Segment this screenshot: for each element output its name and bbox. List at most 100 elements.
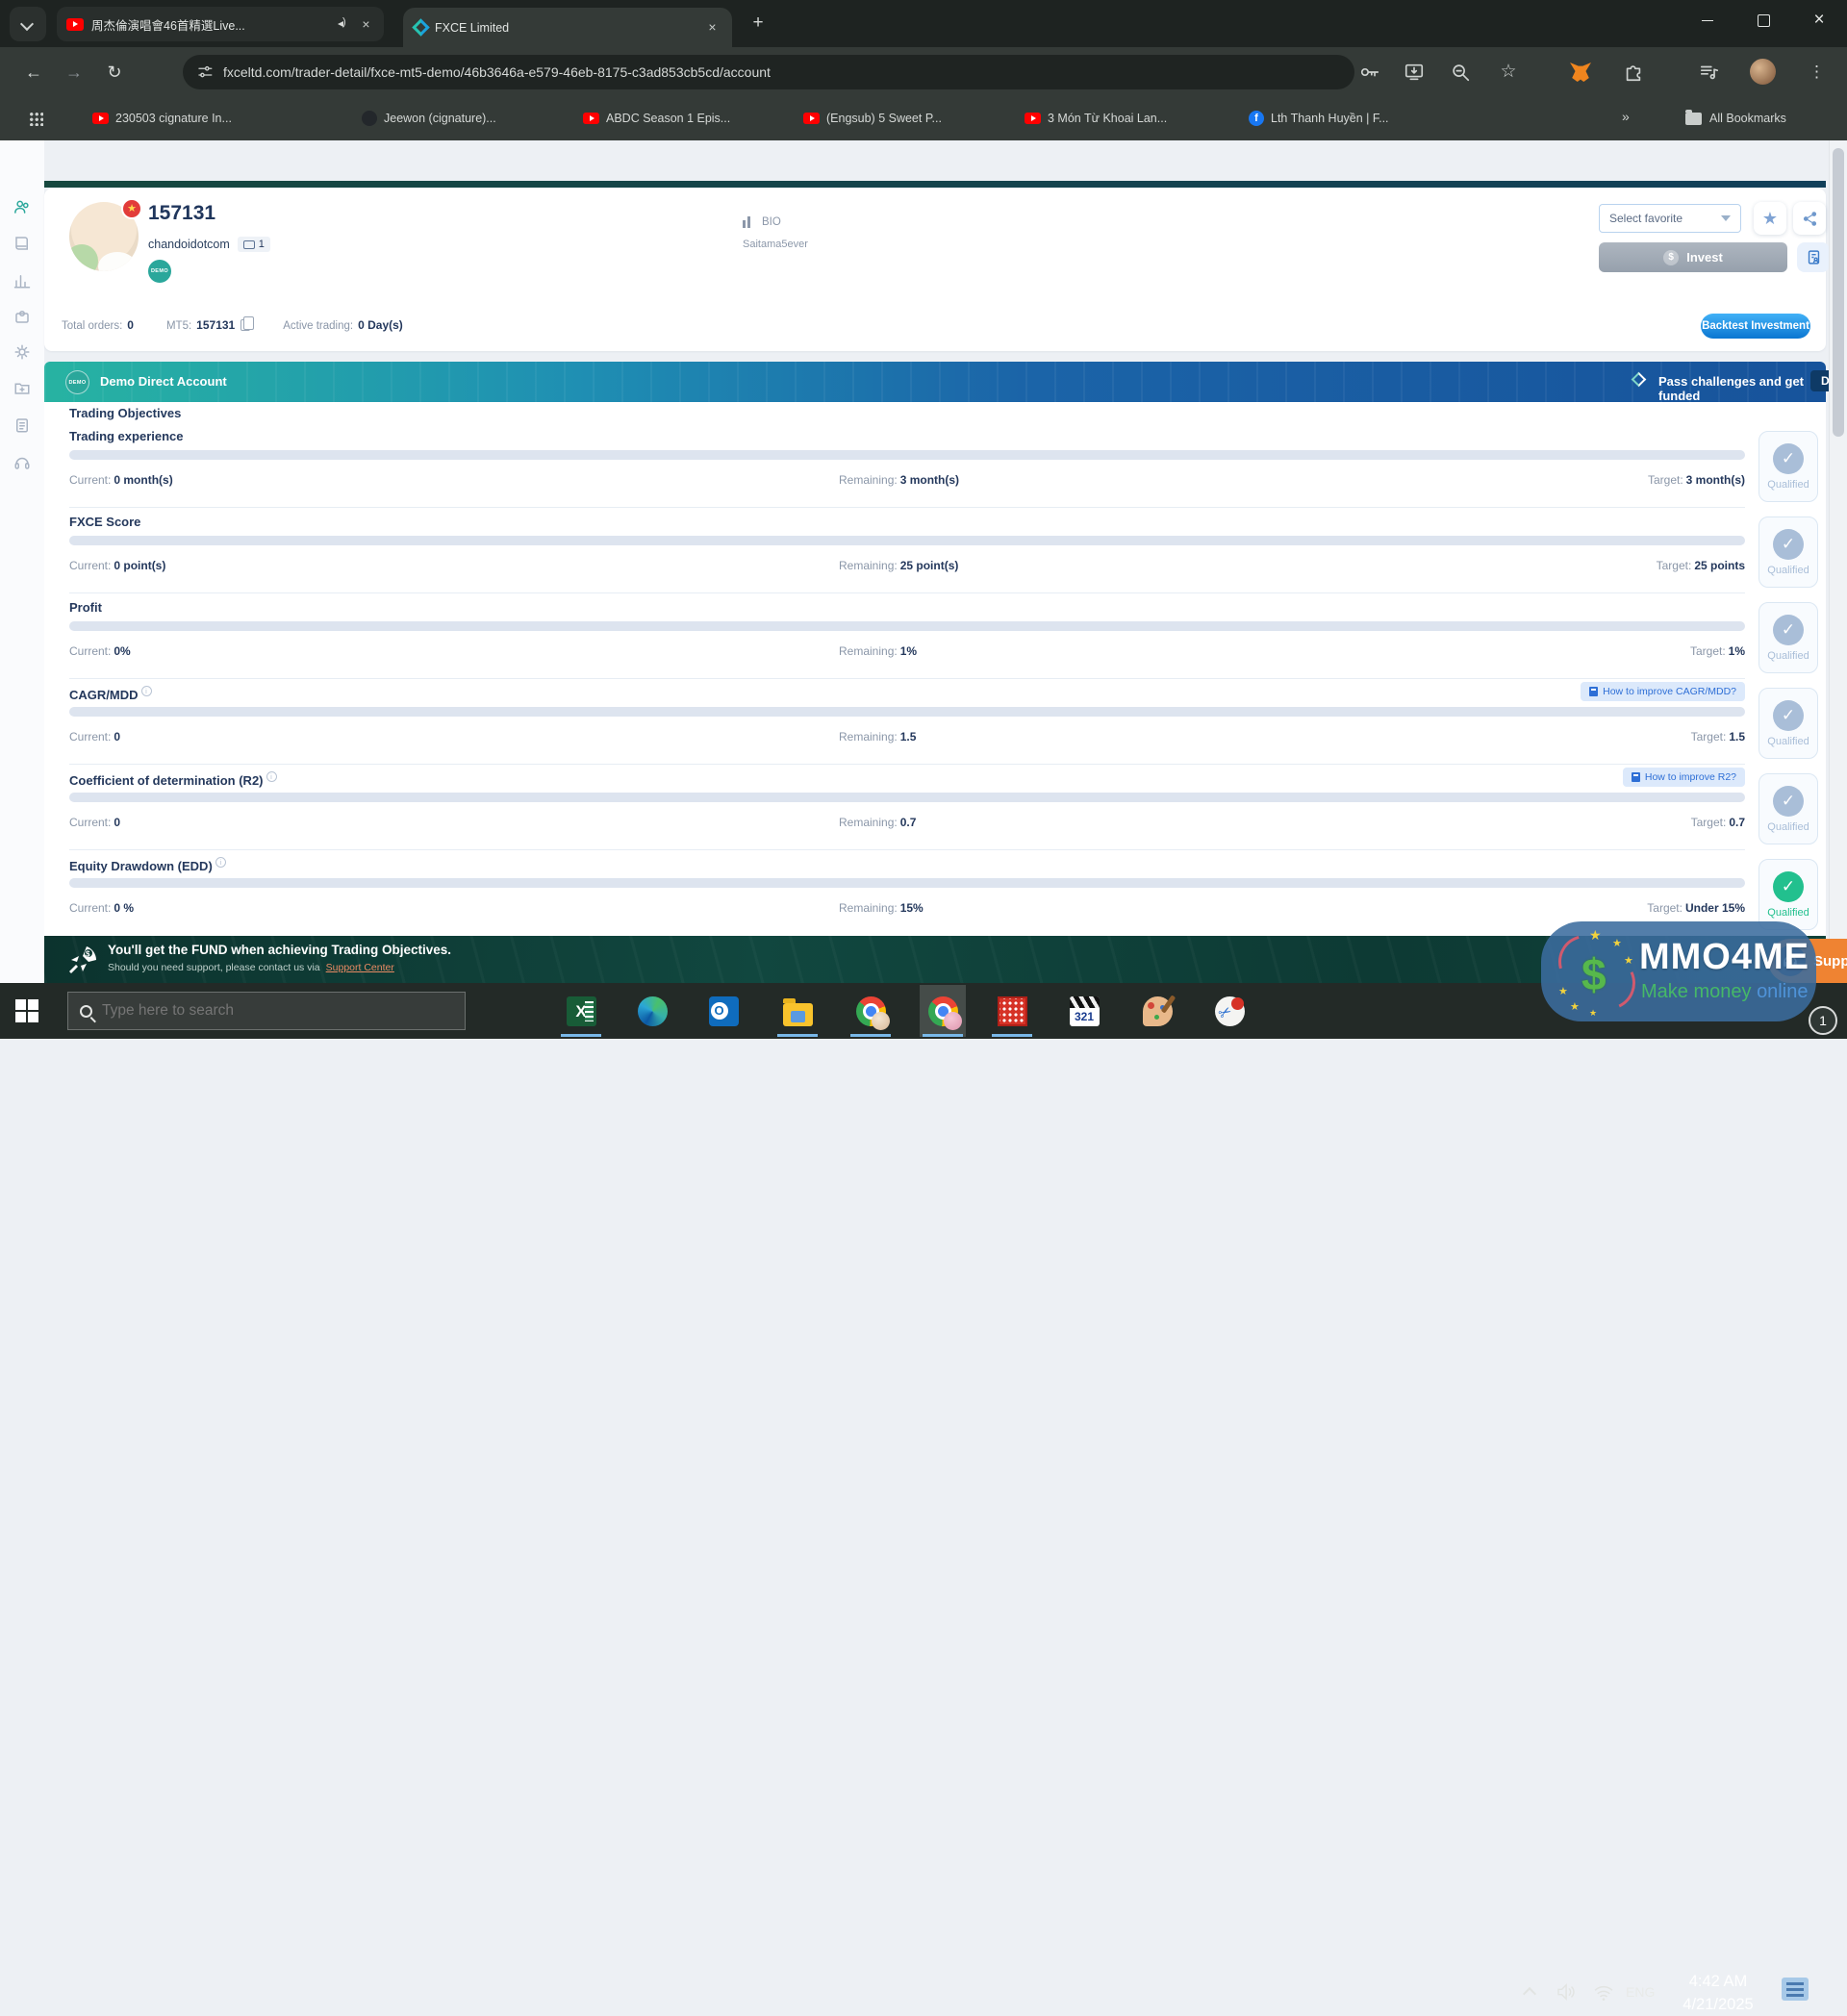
help-link-cagr[interactable]: How to improve CAGR/MDD? xyxy=(1581,682,1745,701)
taskbar-search-box[interactable] xyxy=(67,992,466,1030)
taskbar-outlook[interactable] xyxy=(700,985,746,1037)
taskbar-chrome-profile1[interactable] xyxy=(848,985,894,1037)
sidebar-chart-icon[interactable] xyxy=(13,272,31,290)
scrollbar-thumb[interactable] xyxy=(1833,148,1844,437)
qualified-badge: Qualified xyxy=(1758,773,1818,844)
book-icon xyxy=(1632,772,1640,782)
sidebar-news-icon[interactable] xyxy=(13,416,31,434)
bookmark-item[interactable]: Lth Thanh Huyền | F... xyxy=(1249,105,1389,132)
account-count-badge[interactable]: 1 xyxy=(238,237,270,252)
help-link-r2[interactable]: How to improve R2? xyxy=(1623,768,1745,787)
qualified-badge: Qualified xyxy=(1758,602,1818,673)
password-key-icon[interactable] xyxy=(1359,62,1380,83)
objective-r2: Coefficient of determination (R2) How to… xyxy=(69,766,1818,850)
info-icon[interactable] xyxy=(215,857,226,868)
tray-network-icon[interactable] xyxy=(1593,1985,1614,2001)
search-input[interactable] xyxy=(102,1002,453,1020)
trader-profile-card: 157131 chandoidotcom 1 DEMO BIO Saitama5… xyxy=(44,189,1826,351)
bookmark-item[interactable]: Jeewon (cignature)... xyxy=(362,105,496,132)
tab-youtube[interactable]: 周杰倫演唱會46首精選Live... xyxy=(57,7,384,41)
metamask-icon[interactable] xyxy=(1570,63,1591,82)
progress-bar xyxy=(69,878,1745,888)
youtube-favicon xyxy=(92,113,109,124)
taskbar-media-player-classic[interactable] xyxy=(1061,985,1107,1037)
fxce-favicon xyxy=(412,18,429,36)
browser-menu-icon[interactable] xyxy=(1809,59,1825,85)
sidebar-widgets-icon[interactable] xyxy=(13,308,31,325)
bookmark-item[interactable]: 3 Món Từ Khoai Lan... xyxy=(1025,105,1167,132)
taskbar-file-explorer[interactable] xyxy=(774,985,821,1037)
tray-chevron-up-icon[interactable] xyxy=(1523,1985,1536,1999)
backtest-investment-button[interactable]: Backtest Investment xyxy=(1701,314,1810,339)
bookmarks-overflow-icon[interactable] xyxy=(1622,109,1628,124)
site-info-icon[interactable] xyxy=(196,63,214,81)
bookmark-label: Lth Thanh Huyền | F... xyxy=(1271,112,1389,125)
window-maximize-button[interactable] xyxy=(1735,0,1791,40)
coin-icon xyxy=(1663,250,1679,265)
sidebar-folder-add-icon[interactable] xyxy=(13,379,31,396)
share-button[interactable] xyxy=(1793,202,1826,235)
media-controls-icon[interactable] xyxy=(1699,62,1720,83)
tray-clock[interactable]: 4:42 AM4/21/2025 xyxy=(1664,1970,1772,2016)
install-app-icon[interactable] xyxy=(1404,62,1425,83)
invest-button[interactable]: Invest xyxy=(1599,242,1787,272)
dollar-icon: $ xyxy=(1581,948,1607,1000)
tab-search-menu-button[interactable] xyxy=(10,7,46,41)
rocket-icon: $ xyxy=(65,943,100,977)
taskbar-paint[interactable] xyxy=(1134,985,1180,1037)
search-icon xyxy=(80,1005,92,1018)
sidebar-settings-icon[interactable] xyxy=(13,343,31,361)
tab-close-icon[interactable] xyxy=(358,16,374,33)
page-scrollbar[interactable] xyxy=(1829,140,1847,983)
sidebar-support-icon[interactable] xyxy=(13,454,31,471)
taskbar-snipping-tool[interactable] xyxy=(1206,985,1252,1037)
sidebar-library-icon[interactable] xyxy=(13,235,31,252)
tray-speaker-icon[interactable] xyxy=(1556,1983,1578,2001)
tab-audio-icon[interactable] xyxy=(335,17,350,31)
info-icon[interactable] xyxy=(141,686,152,696)
window-close-button[interactable] xyxy=(1791,0,1847,40)
favorite-star-button[interactable] xyxy=(1754,202,1786,235)
taskbar-edge[interactable] xyxy=(629,985,675,1037)
bookmark-item[interactable]: (Engsub) 5 Sweet P... xyxy=(803,105,942,132)
tray-notification-icon[interactable] xyxy=(1782,1978,1809,2001)
tab-fxce-active[interactable]: FXCE Limited xyxy=(403,8,732,47)
info-icon[interactable] xyxy=(266,771,277,782)
start-button[interactable] xyxy=(15,999,39,1023)
bookmark-label: (Engsub) 5 Sweet P... xyxy=(826,112,942,125)
extensions-icon[interactable] xyxy=(1623,62,1644,83)
book-icon xyxy=(1589,687,1598,696)
target-value: Target:3 month(s) xyxy=(1648,473,1745,487)
notification-count-badge[interactable]: 1 xyxy=(1809,1006,1837,1035)
taskbar-excel[interactable] xyxy=(558,985,604,1037)
star-decoration: ★ xyxy=(1589,927,1602,944)
forward-button[interactable]: → xyxy=(60,58,89,87)
new-tab-button[interactable] xyxy=(746,12,771,37)
remaining-value: Remaining:1.5 xyxy=(839,730,916,743)
bookmark-item[interactable]: 230503 cignature In... xyxy=(92,105,232,132)
copy-icon[interactable] xyxy=(240,319,250,331)
target-value: Target:25 points xyxy=(1657,559,1745,572)
taskbar-red-grid-app[interactable] xyxy=(989,985,1035,1037)
address-bar[interactable]: fxceltd.com/trader-detail/fxce-mt5-demo/… xyxy=(183,55,1354,89)
trader-report-button[interactable] xyxy=(1797,242,1830,272)
support-center-link[interactable]: Support Center xyxy=(326,962,394,973)
back-button[interactable]: ← xyxy=(19,58,48,87)
reload-button[interactable]: ↻ xyxy=(100,58,129,87)
bookmark-star-icon[interactable]: ☆ xyxy=(1498,62,1519,83)
bookmark-item[interactable]: ABDC Season 1 Epis... xyxy=(583,105,730,132)
tray-language[interactable]: ENG xyxy=(1626,1984,1655,2000)
all-bookmarks-button[interactable]: All Bookmarks xyxy=(1685,105,1786,132)
zoom-icon[interactable] xyxy=(1450,62,1471,83)
browser-profile-avatar[interactable] xyxy=(1750,59,1776,85)
tab-close-icon[interactable] xyxy=(704,19,721,36)
progress-bar xyxy=(69,621,1745,631)
youtube-favicon xyxy=(803,113,820,124)
window-minimize-button[interactable] xyxy=(1680,0,1735,40)
select-favorite-dropdown[interactable]: Select favorite xyxy=(1599,204,1741,233)
qualified-badge: Qualified xyxy=(1758,431,1818,502)
apps-grid-icon[interactable] xyxy=(29,112,43,126)
sidebar-traders-icon[interactable] xyxy=(13,198,31,215)
taskbar-chrome-profile2[interactable] xyxy=(920,985,966,1037)
mpc-321-icon xyxy=(1070,996,1100,1026)
